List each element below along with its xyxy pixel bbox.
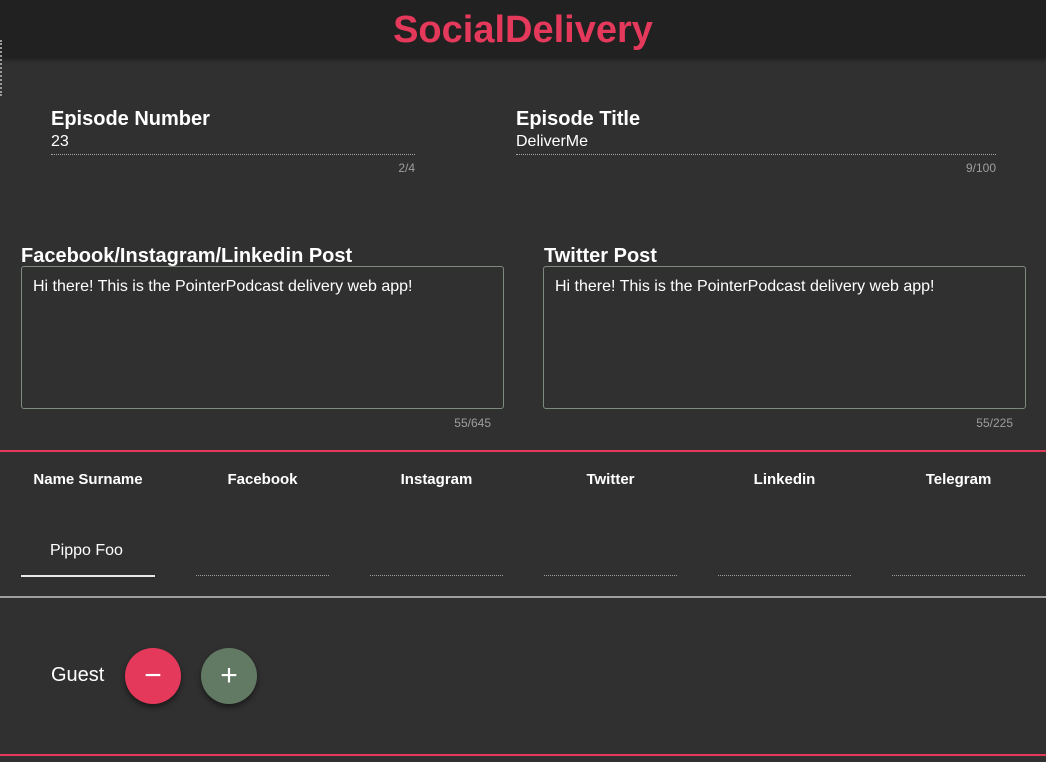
episode-number-counter: 2/4 — [398, 161, 415, 175]
column-header-facebook: Facebook — [227, 471, 298, 488]
guest-telegram-input[interactable] — [892, 540, 1025, 577]
guest-name-input[interactable]: Pippo Foo — [21, 540, 155, 577]
edge-marks — [0, 40, 4, 96]
episode-title-label: Episode Title — [516, 108, 641, 130]
twitter-post-text: Hi there! This is the PointerPodcast del… — [555, 278, 935, 295]
guest-facebook-input[interactable] — [196, 540, 329, 577]
episode-title-input[interactable]: DeliverMe — [516, 132, 996, 152]
guest-linkedin-input[interactable] — [718, 540, 851, 577]
guest-linkedin-underline — [718, 575, 851, 576]
column-header-telegram: Telegram — [925, 471, 992, 488]
minus-icon: − — [144, 659, 162, 692]
social-post-counter: 55/645 — [454, 416, 491, 430]
guest-instagram-underline — [370, 575, 503, 576]
guest-name-value: Pippo Foo — [50, 542, 123, 559]
guest-label: Guest — [51, 664, 105, 686]
guest-twitter-underline — [544, 575, 677, 576]
guest-name-underline — [21, 575, 155, 577]
episode-number-underline — [51, 154, 415, 155]
app-header: SocialDelivery — [0, 0, 1046, 58]
column-header-name: Name Surname — [33, 471, 143, 488]
column-header-instagram: Instagram — [400, 471, 473, 488]
social-post-text: Hi there! This is the PointerPodcast del… — [33, 278, 413, 295]
app-root: SocialDelivery Episode Number 23 2/4 Epi… — [0, 0, 1046, 762]
section-divider-top — [0, 450, 1046, 452]
social-post-textarea[interactable]: Hi there! This is the PointerPodcast del… — [21, 266, 504, 409]
twitter-post-label: Twitter Post — [544, 245, 657, 267]
social-post-label: Facebook/Instagram/Linkedin Post — [21, 245, 353, 267]
column-header-twitter: Twitter — [586, 471, 635, 488]
episode-title-field[interactable]: Episode Title DeliverMe 9/100 — [516, 107, 996, 175]
episode-number-input[interactable]: 23 — [51, 132, 415, 152]
guest-telegram-underline — [892, 575, 1025, 576]
add-guest-button[interactable]: + — [201, 648, 257, 704]
plus-icon: + — [220, 659, 238, 692]
episode-number-field[interactable]: Episode Number 23 2/4 — [51, 107, 415, 175]
table-divider — [0, 596, 1046, 598]
app-title: SocialDelivery — [393, 9, 653, 51]
remove-guest-button[interactable]: − — [125, 648, 181, 704]
guest-twitter-input[interactable] — [544, 540, 677, 577]
column-header-linkedin: Linkedin — [753, 471, 816, 488]
guest-instagram-input[interactable] — [370, 540, 503, 577]
episode-title-counter: 9/100 — [965, 161, 996, 175]
twitter-post-textarea[interactable]: Hi there! This is the PointerPodcast del… — [543, 266, 1026, 409]
episode-number-label: Episode Number — [51, 108, 210, 130]
twitter-post-counter: 55/225 — [976, 416, 1013, 430]
guest-facebook-underline — [196, 575, 329, 576]
episode-title-underline — [516, 154, 996, 155]
section-divider-bottom — [0, 754, 1046, 756]
